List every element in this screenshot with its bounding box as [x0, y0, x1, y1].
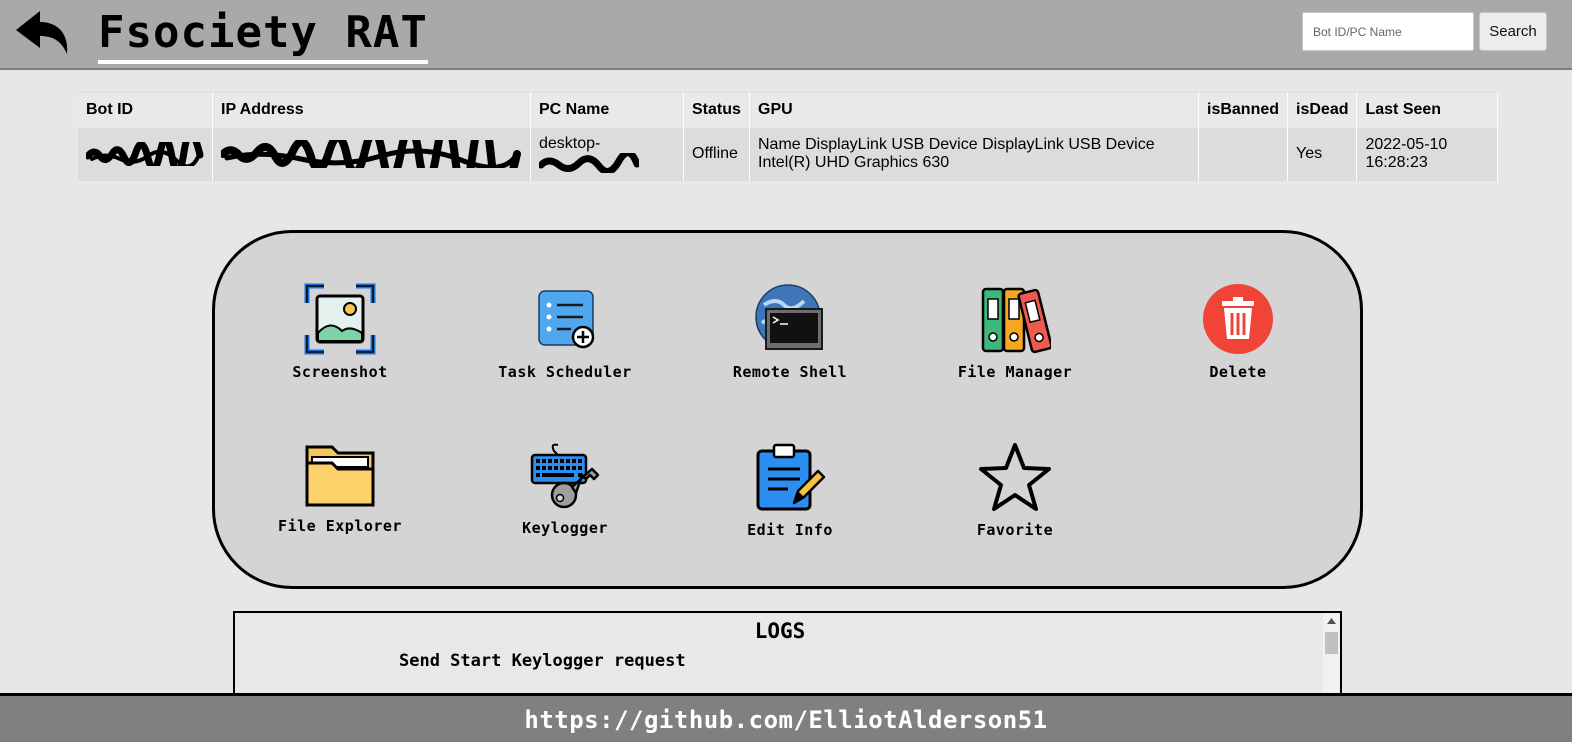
- file-explorer-button[interactable]: File Explorer: [250, 441, 430, 535]
- screenshot-icon: [304, 283, 376, 355]
- tool-label: Remote Shell: [732, 363, 848, 381]
- actions-panel: Screenshot Task Scheduler Remote Shell F…: [212, 230, 1363, 589]
- redacted-scribble: [221, 140, 521, 168]
- col-gpu: GPU: [749, 92, 1199, 128]
- is-banned-cell: [1198, 127, 1289, 181]
- keyboard-key-icon: [530, 443, 600, 509]
- screenshot-button[interactable]: Screenshot: [250, 283, 430, 381]
- col-is-banned: isBanned: [1198, 92, 1289, 128]
- bots-table: Bot ID IP Address PC Name Status GPU isB…: [78, 92, 1498, 181]
- table-header-row: Bot ID IP Address PC Name Status GPU isB…: [78, 92, 1498, 128]
- last-seen-cell: 2022-05-10 16:28:23: [1356, 127, 1498, 181]
- edit-info-button[interactable]: Edit Info: [700, 441, 880, 539]
- footer: https://github.com/ElliotAlderson51: [0, 693, 1572, 742]
- star-icon: [979, 443, 1051, 511]
- tool-label: Screenshot: [292, 363, 388, 381]
- logs-scrollbar[interactable]: [1323, 613, 1340, 701]
- col-bot-id: Bot ID: [78, 92, 213, 128]
- tool-label: Task Scheduler: [498, 363, 632, 381]
- pc-name-cell: desktop-: [530, 127, 684, 181]
- status-cell: Offline: [683, 127, 750, 181]
- folder-icon: [305, 445, 375, 507]
- redacted-scribble: [86, 142, 204, 166]
- gpu-line-2: Intel(R) UHD Graphics 630: [758, 154, 950, 171]
- last-seen-date: 2022-05-10: [1365, 136, 1448, 153]
- task-scheduler-button[interactable]: Task Scheduler: [475, 283, 655, 381]
- favorite-button[interactable]: Favorite: [925, 441, 1105, 539]
- remote-shell-button[interactable]: Remote Shell: [700, 283, 880, 381]
- redacted-scribble: [539, 153, 639, 173]
- table-row[interactable]: desktop- Offline Name DisplayLink USB De…: [78, 127, 1498, 181]
- logs-title: LOGS: [754, 619, 806, 643]
- app-title: Fsociety RAT: [98, 8, 428, 64]
- gpu-cell: Name DisplayLink USB Device DisplayLink …: [749, 127, 1199, 181]
- ip-address-cell: [212, 127, 531, 181]
- tool-label: Keylogger: [522, 519, 608, 537]
- col-status: Status: [683, 92, 750, 128]
- task-scheduler-icon: [538, 290, 595, 349]
- scroll-thumb[interactable]: [1325, 632, 1338, 654]
- top-bar: Fsociety RAT Search: [0, 0, 1572, 70]
- pc-name-text: desktop-: [539, 135, 601, 152]
- gpu-line-1: Name DisplayLink USB Device DisplayLink …: [758, 136, 1155, 153]
- tool-label: Edit Info: [747, 521, 833, 539]
- scroll-up-arrow-icon[interactable]: [1323, 613, 1340, 630]
- col-ip-address: IP Address: [212, 92, 531, 128]
- log-line: Send Start Keylogger request: [399, 651, 686, 671]
- last-seen-time: 16:28:23: [1365, 154, 1428, 171]
- back-arrow-icon: [16, 11, 68, 54]
- col-is-dead: isDead: [1287, 92, 1358, 128]
- remote-shell-icon: [755, 284, 823, 350]
- bot-id-cell: [78, 127, 213, 181]
- github-link[interactable]: https://github.com/ElliotAlderson51: [524, 706, 1047, 734]
- trash-icon: [1203, 284, 1273, 354]
- search-button[interactable]: Search: [1479, 12, 1547, 51]
- delete-button[interactable]: Delete: [1148, 283, 1328, 381]
- clipboard-edit-icon: [756, 443, 826, 511]
- col-pc-name: PC Name: [530, 92, 684, 128]
- tool-label: File Manager: [957, 363, 1073, 381]
- search-input[interactable]: [1302, 12, 1474, 51]
- tool-label: File Explorer: [278, 517, 402, 535]
- back-button[interactable]: [14, 8, 72, 58]
- file-manager-icon: [981, 287, 1051, 354]
- logs-panel[interactable]: LOGS Send Start Keylogger request: [233, 611, 1342, 701]
- tool-label: Delete: [1209, 363, 1267, 381]
- col-last-seen: Last Seen: [1356, 92, 1498, 128]
- file-manager-button[interactable]: File Manager: [925, 283, 1105, 381]
- is-dead-cell: Yes: [1287, 127, 1358, 181]
- tool-label: Favorite: [976, 521, 1054, 539]
- keylogger-button[interactable]: Keylogger: [475, 441, 655, 537]
